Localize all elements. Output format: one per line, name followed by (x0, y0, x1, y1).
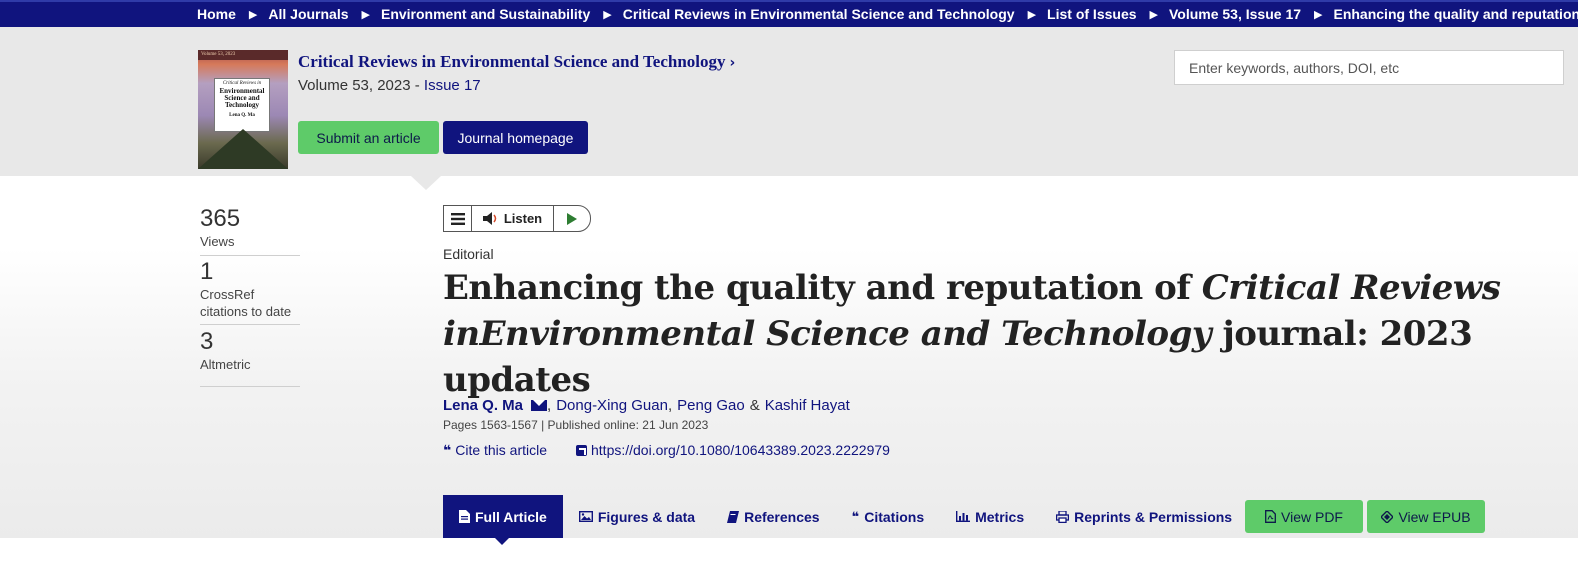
author-link[interactable]: Lena Q. Ma (443, 397, 523, 414)
quote-icon: ❝ (851, 508, 860, 524)
tab-label: References (744, 508, 820, 525)
view-epub-button[interactable]: View EPUB (1367, 500, 1485, 533)
metric-altmetric[interactable]: 3 Altmetric (200, 328, 300, 387)
breadcrumb-separator-icon: ▶ (361, 8, 370, 21)
envelope-icon[interactable] (531, 400, 548, 411)
author-list: Lena Q. Ma , Dong-Xing Guan , Peng Gao &… (443, 397, 850, 414)
article-type: Editorial (443, 246, 494, 262)
pdf-label: View PDF (1281, 508, 1343, 525)
tab-reprints-permissions[interactable]: Reprints & Permissions (1040, 495, 1248, 538)
listen-widget: Listen (443, 205, 591, 232)
view-pdf-button[interactable]: View PDF (1245, 500, 1363, 533)
breadcrumb-bar: Home ▶ All Journals ▶ Environment and Su… (0, 0, 1578, 27)
breadcrumb-all-journals[interactable]: All Journals (268, 6, 348, 22)
cover-line-2: Environmental Science and Technology (219, 87, 265, 109)
author-separator: , (667, 397, 673, 414)
breadcrumb-current: Enhancing the quality and reputation of … (1333, 6, 1578, 22)
cite-label: Cite this article (455, 442, 548, 458)
journal-homepage-button[interactable]: Journal homepage (443, 121, 588, 154)
article-tabs: Full Article Figures & data References ❝… (443, 495, 1248, 545)
volume-text: Volume 53, 2023 - (298, 77, 424, 94)
breadcrumb-separator-icon: ▶ (603, 8, 612, 21)
cover-title-box: Critical Reviews in Environmental Scienc… (214, 78, 270, 132)
cover-line-1: Critical Reviews in (222, 81, 262, 86)
breadcrumb-journal[interactable]: Critical Reviews in Environmental Scienc… (623, 6, 1015, 22)
doi-link[interactable]: https://doi.org/10.1080/10643389.2023.22… (576, 442, 890, 458)
tab-label: Full Article (475, 508, 547, 525)
metric-label: CrossRef citations to date (200, 287, 292, 319)
author-link[interactable]: Peng Gao (677, 397, 745, 414)
listen-menu-button[interactable] (444, 206, 472, 231)
listen-label: Listen (503, 211, 543, 226)
breadcrumb-separator-icon: ▶ (1149, 8, 1158, 21)
speaker-icon (482, 212, 497, 225)
journal-header: Volume 53, 2023 Critical Reviews in Envi… (0, 27, 1578, 176)
breadcrumb-home[interactable]: Home (197, 6, 236, 22)
cover-line-3: Lena Q. Ma (229, 113, 255, 118)
author-ampersand: & (749, 397, 760, 414)
breadcrumb-separator-icon: ▶ (1314, 8, 1323, 21)
breadcrumb-subject[interactable]: Environment and Sustainability (381, 6, 590, 22)
play-icon (567, 212, 577, 225)
metric-views[interactable]: 365 Views (200, 205, 300, 256)
tab-figures-data[interactable]: Figures & data (563, 495, 711, 538)
chevron-right-icon: › (729, 55, 736, 71)
issue-link[interactable]: Issue 17 (424, 77, 481, 94)
tab-label: Figures & data (597, 508, 696, 525)
tab-label: Metrics (975, 508, 1025, 525)
search-input[interactable] (1174, 50, 1564, 85)
article-title: Enhancing the quality and reputation of … (443, 265, 1503, 403)
quote-icon: ❝ (443, 442, 452, 458)
tab-citations[interactable]: ❝ Citations (836, 495, 941, 538)
metric-label: Altmetric (200, 357, 251, 372)
author-link[interactable]: Dong-Xing Guan (556, 397, 668, 414)
book-icon (727, 510, 740, 523)
breadcrumb-list-of-issues[interactable]: List of Issues (1047, 6, 1136, 22)
external-link-icon (576, 445, 587, 456)
document-icon (459, 510, 470, 523)
tab-full-article[interactable]: Full Article (443, 495, 563, 545)
breadcrumb-separator-icon: ▶ (248, 8, 258, 21)
publication-info: Pages 1563-1567 | Published online: 21 J… (443, 418, 709, 432)
listen-button[interactable]: Listen (472, 206, 554, 231)
epub-label: View EPUB (1398, 508, 1471, 525)
cover-mountain-shape (198, 129, 288, 169)
journal-volume-info: Volume 53, 2023 - Issue 17 (298, 77, 481, 94)
breadcrumb-issue[interactable]: Volume 53, Issue 17 (1169, 6, 1301, 22)
article-title-part1: Enhancing the quality and reputation of (443, 268, 1202, 308)
metric-value: 365 (200, 205, 241, 232)
journal-cover-image[interactable]: Volume 53, 2023 Critical Reviews in Envi… (198, 50, 288, 169)
metric-label: Views (200, 234, 235, 249)
cite-article-link[interactable]: ❝ Cite this article (443, 442, 547, 459)
metric-value: 1 (200, 258, 214, 285)
pdf-file-icon (1265, 510, 1276, 523)
author-separator: , (547, 397, 552, 414)
metric-value: 3 (200, 328, 214, 355)
tab-metrics[interactable]: Metrics (940, 495, 1040, 538)
header-notch (411, 176, 441, 190)
cover-volume-text: Volume 53, 2023 (198, 50, 288, 60)
printer-icon (1056, 510, 1070, 523)
epub-icon (1381, 510, 1394, 523)
doi-text: https://doi.org/10.1080/10643389.2023.22… (591, 442, 890, 458)
bar-chart-icon (956, 511, 971, 522)
play-button[interactable] (554, 206, 590, 231)
tab-label: Citations (864, 508, 925, 525)
menu-icon (450, 212, 465, 225)
submit-article-button[interactable]: Submit an article (298, 121, 439, 154)
journal-title: Critical Reviews in Environmental Scienc… (298, 52, 726, 71)
breadcrumb: Home ▶ All Journals ▶ Environment and Su… (197, 6, 1578, 22)
metric-crossref[interactable]: 1 CrossRef citations to date (200, 258, 300, 325)
journal-title-link[interactable]: Critical Reviews in Environmental Scienc… (298, 52, 735, 72)
tab-references[interactable]: References (711, 495, 836, 538)
tab-label: Reprints & Permissions (1074, 508, 1233, 525)
breadcrumb-separator-icon: ▶ (1027, 8, 1037, 21)
author-link[interactable]: Kashif Hayat (765, 397, 850, 414)
image-icon (578, 511, 593, 522)
